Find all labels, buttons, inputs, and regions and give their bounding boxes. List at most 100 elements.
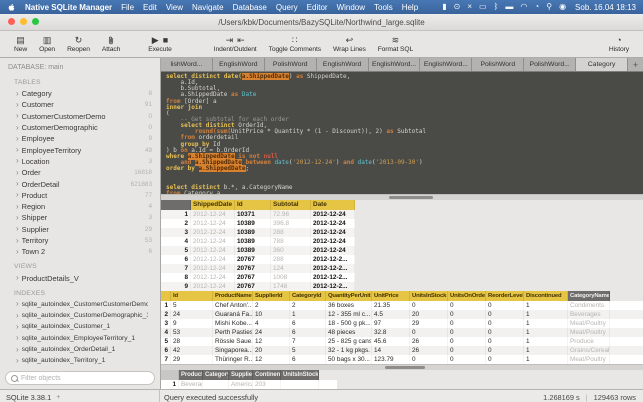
cell[interactable]: 2012-12-2... bbox=[311, 282, 355, 291]
sidebar-item-sqlite-autoindex-employeeterritory-1[interactable]: › sqlite_autoindex_EmployeeTerritory_1 bbox=[0, 333, 160, 344]
sidebar-item-product[interactable]: › Product 77 bbox=[0, 190, 160, 201]
cell[interactable]: 0 bbox=[448, 301, 486, 310]
cell[interactable]: 6 bbox=[290, 328, 326, 337]
column-header-date[interactable]: Date bbox=[311, 200, 355, 210]
disclosure-triangle-icon[interactable]: › bbox=[16, 157, 19, 165]
column-header-unitprice[interactable]: UnitPrice bbox=[372, 291, 410, 301]
cell[interactable]: 124 bbox=[271, 264, 311, 273]
cell[interactable]: 2012-12-24 bbox=[191, 210, 235, 219]
cell[interactable]: 36 boxes bbox=[326, 301, 372, 310]
cell[interactable]: 2012-12-24 bbox=[191, 219, 235, 228]
cell[interactable]: 2012-12-24 bbox=[311, 210, 355, 219]
cell[interactable]: Thüringer R... bbox=[213, 355, 253, 364]
table-row[interactable]: 5 28 Rössle Saue... 12 7 25 - 825 g cans 45.6 2… bbox=[161, 337, 643, 346]
row-number[interactable]: 3 bbox=[161, 228, 191, 237]
cell[interactable]: 45.6 bbox=[372, 337, 410, 346]
sidebar-item-location[interactable]: › Location 3 bbox=[0, 156, 160, 167]
cell[interactable]: 0 bbox=[448, 319, 486, 328]
disclosure-triangle-icon[interactable]: › bbox=[16, 213, 19, 222]
column-header-product[interactable]: Product bbox=[179, 370, 203, 380]
sidebar-item-orderdetail[interactable]: › OrderDetail 621883 bbox=[0, 178, 160, 189]
cell[interactable]: 0 bbox=[410, 328, 448, 337]
cell[interactable]: 9 bbox=[171, 319, 213, 328]
cell[interactable] bbox=[203, 380, 229, 389]
cell[interactable]: 2012-12-2... bbox=[311, 264, 355, 273]
scrollbar-thumb[interactable] bbox=[385, 366, 425, 369]
cell[interactable]: Singaporea... bbox=[213, 346, 253, 355]
cell[interactable]: 203 bbox=[253, 380, 281, 389]
filter-objects-input[interactable] bbox=[21, 374, 149, 382]
cell[interactable]: 2012-12-24 bbox=[191, 228, 235, 237]
cell[interactable] bbox=[281, 380, 319, 389]
cell[interactable]: 20 bbox=[253, 346, 290, 355]
cell[interactable]: 1 bbox=[524, 319, 568, 328]
disclosure-triangle-icon[interactable]: › bbox=[16, 180, 19, 188]
column-header-unitsinstock[interactable]: UnitsInStock bbox=[281, 370, 319, 380]
tab-polishword[interactable]: PolishWord bbox=[472, 58, 525, 71]
disclosure-triangle-icon[interactable]: › bbox=[16, 202, 19, 211]
sidebar-item-employeeterritory[interactable]: › EmployeeTerritory 49 bbox=[0, 144, 160, 155]
cell[interactable]: 20767 bbox=[235, 255, 271, 264]
menu-view[interactable]: View bbox=[166, 3, 183, 12]
row-number[interactable]: 5 bbox=[161, 337, 171, 346]
toolbar-format-sql-button[interactable]: ≋ Format SQL bbox=[372, 32, 419, 56]
table-row[interactable]: 1Beverages America203 bbox=[161, 380, 337, 389]
toolbar-indent-outdent-button[interactable]: ⇥ ⇤ Indent/Outdent bbox=[208, 32, 263, 56]
table-row[interactable]: 8 2012-12-24 20767 1008 2012-12-2... bbox=[161, 273, 355, 282]
menu-editor[interactable]: Editor bbox=[307, 3, 328, 12]
cell[interactable]: 29 bbox=[171, 355, 213, 364]
cell[interactable]: 2012-12-24 bbox=[311, 237, 355, 246]
cell[interactable]: 18 - 500 g pk... bbox=[326, 319, 372, 328]
cell[interactable]: 20767 bbox=[235, 273, 271, 282]
cell[interactable]: 2012-12-24 bbox=[311, 246, 355, 255]
column-header-category[interactable]: Category bbox=[203, 370, 229, 380]
row-number[interactable]: 5 bbox=[161, 246, 191, 255]
cell[interactable]: 0 bbox=[486, 328, 524, 337]
sidebar-item-customerdemographic[interactable]: › CustomerDemographic 0 bbox=[0, 122, 160, 133]
cell[interactable]: 396.8 bbox=[271, 219, 311, 228]
disclosure-triangle-icon[interactable]: › bbox=[16, 345, 19, 354]
disclosure-triangle-icon[interactable]: › bbox=[16, 334, 19, 342]
cell[interactable]: 97 bbox=[372, 319, 410, 328]
tab-englishword[interactable]: EnglishWord... bbox=[420, 58, 473, 71]
column-header-categoryid[interactable]: CategoryId bbox=[290, 291, 326, 301]
column-header-discontinued[interactable]: Discontinued bbox=[524, 291, 568, 301]
disclosure-triangle-icon[interactable]: › bbox=[16, 123, 19, 132]
cell[interactable]: 2012-12-24 bbox=[191, 246, 235, 255]
cell[interactable]: 4 bbox=[253, 319, 290, 328]
sidebar-item-region[interactable]: › Region 4 bbox=[0, 201, 160, 212]
disclosure-triangle-icon[interactable]: › bbox=[16, 89, 19, 98]
disclosure-triangle-icon[interactable]: › bbox=[16, 191, 19, 199]
sidebar-item-customer[interactable]: › Customer 91 bbox=[0, 99, 160, 110]
cell[interactable]: 123.79 bbox=[372, 355, 410, 364]
cell[interactable]: 0 bbox=[448, 337, 486, 346]
sidebar-item-category[interactable]: › Category 8 bbox=[0, 88, 160, 99]
cell[interactable]: 0 bbox=[448, 328, 486, 337]
table-row[interactable]: 4 2012-12-24 10389 788 2012-12-24 bbox=[161, 237, 355, 246]
cell[interactable]: 50 bags x 30... bbox=[326, 355, 372, 364]
cell[interactable]: Meat/Poultry bbox=[568, 328, 610, 337]
bluetooth-icon[interactable]: ᛒ bbox=[494, 0, 499, 14]
menu-tools[interactable]: Tools bbox=[374, 3, 393, 12]
tab-lishword[interactable]: lishWord... bbox=[161, 58, 213, 71]
menubar-clock[interactable]: Sob. 16.04 18:13 bbox=[575, 3, 636, 12]
toolbar-open-button[interactable]: ▥ Open bbox=[33, 32, 61, 56]
menu-extra-icon[interactable]: ▮ bbox=[442, 0, 446, 14]
keyboard-brightness-icon[interactable]: × bbox=[467, 0, 472, 14]
cell[interactable]: 1 bbox=[524, 310, 568, 319]
disclosure-triangle-icon[interactable]: › bbox=[16, 356, 19, 365]
cell[interactable]: 788 bbox=[271, 237, 311, 246]
toolbar-wrap-lines-button[interactable]: ↩ Wrap Lines bbox=[327, 32, 372, 56]
sidebar-item-sqlite-autoindex-orderdetail-1[interactable]: › sqlite_autoindex_OrderDetail_1 bbox=[0, 344, 160, 355]
column-header-productname[interactable]: ProductName bbox=[213, 291, 253, 301]
row-number[interactable]: 6 bbox=[161, 255, 191, 264]
cell[interactable]: 2012-12-24 bbox=[191, 255, 235, 264]
cell[interactable]: 2012-12-24 bbox=[311, 219, 355, 228]
cell[interactable]: Condiments bbox=[568, 301, 610, 310]
table-row[interactable]: 1 2012-12-24 10371 72.96 2012-12-24 bbox=[161, 210, 355, 219]
cell[interactable]: 1 bbox=[524, 337, 568, 346]
column-header-id[interactable]: Id bbox=[171, 291, 213, 301]
cell[interactable]: 2012-12-24 bbox=[191, 273, 235, 282]
cell[interactable]: Guaraná Fa... bbox=[213, 310, 253, 319]
cell[interactable]: 1 bbox=[524, 346, 568, 355]
